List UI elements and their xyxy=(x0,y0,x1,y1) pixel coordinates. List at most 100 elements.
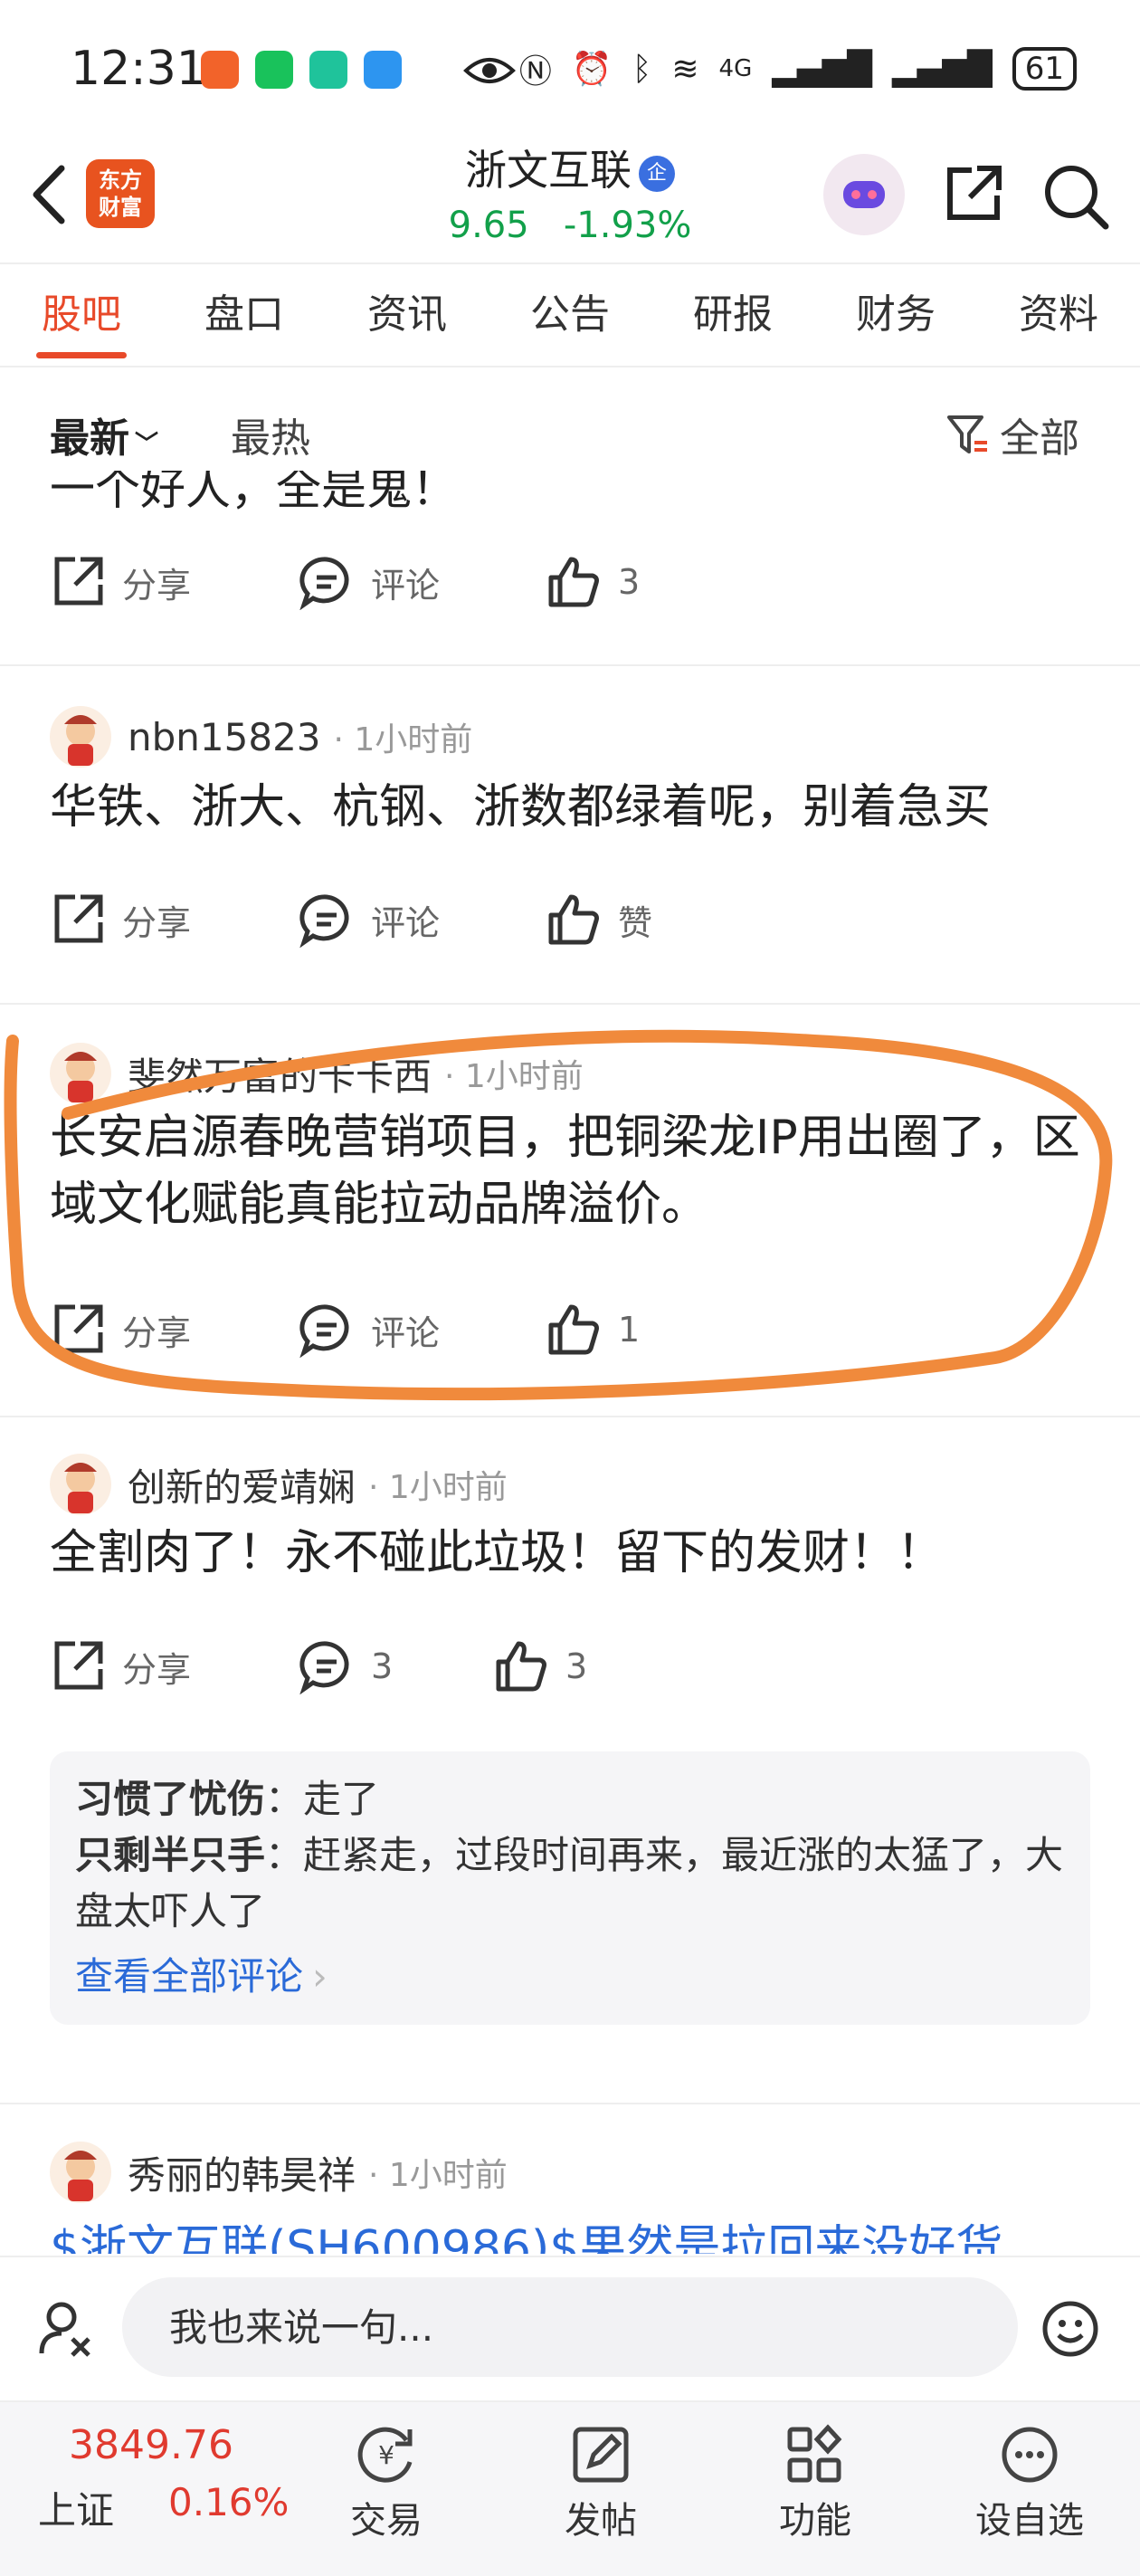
status-time: 12:31 xyxy=(71,42,206,96)
signal-icon: ▂▄▆█ xyxy=(891,50,993,88)
thumbs-up-icon xyxy=(548,557,599,607)
nav-watchlist-label: 设自选 xyxy=(975,2500,1084,2542)
anonymous-user-icon[interactable] xyxy=(36,2297,100,2361)
trade-icon: ¥ xyxy=(357,2427,413,2483)
nav-watchlist[interactable]: 设自选 xyxy=(962,2419,1097,2543)
share-icon xyxy=(54,894,103,943)
wifi-icon: ≋ xyxy=(671,50,699,88)
status-indicators: Ⓝ ⏰ ᛒ ≋ 4G ▂▄▆█ ▂▄▆█ 61 xyxy=(519,45,1077,92)
sort-hottest[interactable]: 最热 xyxy=(231,405,310,463)
comment-button[interactable]: 评论 xyxy=(299,554,440,610)
bluetooth-icon: ᛒ xyxy=(632,50,652,88)
comment-button[interactable]: 评论 xyxy=(299,892,440,948)
app-notification-icon xyxy=(309,51,347,89)
eye-icon xyxy=(463,58,516,83)
share-button[interactable]: 分享 xyxy=(50,892,191,948)
index-change: 0.16% xyxy=(168,2480,290,2524)
username[interactable]: 秀丽的韩昊祥 xyxy=(128,2145,356,2200)
tab-profile[interactable]: 资料 xyxy=(977,264,1140,366)
comment-preview-box[interactable]: 习惯了忧伤：走了 只剩半只手：赶紧走，过段时间再来，最近涨的太猛了，大盘太吓人了… xyxy=(50,1751,1090,2025)
index-name: 上证 xyxy=(38,2488,115,2533)
comment-icon xyxy=(299,894,349,948)
nav-trade[interactable]: ¥ 交易 xyxy=(318,2419,454,2543)
tab-bar: 股吧 盘口 资讯 公告 研报 财务 资料 xyxy=(0,264,1140,366)
avatar[interactable] xyxy=(50,2142,111,2203)
share-icon xyxy=(54,1641,103,1690)
nav-functions-label: 功能 xyxy=(779,2500,851,2542)
thumbs-up-icon xyxy=(548,894,599,945)
like-button[interactable]: 赞 xyxy=(546,892,652,948)
ai-assistant-icon[interactable] xyxy=(823,154,905,235)
post-content[interactable]: 一个好人，全是鬼！ xyxy=(50,471,457,518)
divider xyxy=(0,1416,1140,1417)
divider xyxy=(0,2103,1140,2104)
nav-post[interactable]: 发帖 xyxy=(533,2419,669,2543)
edit-icon xyxy=(573,2427,629,2483)
post-author[interactable]: 创新的爱靖娴 · 1小时前 xyxy=(50,1454,508,1515)
app-notification-icon xyxy=(201,51,239,89)
status-bar: 12:31 Ⓝ ⏰ ᛒ ≋ 4G ▂▄▆█ ▂▄▆█ 61 xyxy=(0,0,1140,136)
wechat-icon xyxy=(255,51,293,89)
reply-text: ：走了 xyxy=(265,1777,380,1821)
post-content[interactable]: 全割肉了！永不碰此垃圾！留下的发财！！ xyxy=(50,1522,1099,1584)
tab-research[interactable]: 研报 xyxy=(651,264,814,366)
share-button[interactable]: 分享 xyxy=(50,1638,191,1694)
divider xyxy=(0,664,1140,666)
highlight-circle-annotation xyxy=(4,1029,1113,1401)
share-icon xyxy=(54,557,103,606)
enterprise-badge-icon: 企 xyxy=(639,155,675,192)
chevron-down-icon: ﹀ xyxy=(135,431,159,458)
search-icon[interactable] xyxy=(1040,161,1113,234)
comment-reply[interactable]: 习惯了忧伤：走了 xyxy=(75,1771,1065,1827)
post-content[interactable]: 华铁、浙大、杭钢、浙数都绿着呢，别着急买 xyxy=(50,777,1099,838)
see-all-comments-link[interactable]: 查看全部评论 › xyxy=(75,1949,1065,2005)
reply-user: 只剩半只手 xyxy=(75,1833,266,1877)
post-author[interactable]: nbn15823 · 1小时前 xyxy=(50,706,472,768)
nav-trade-label: 交易 xyxy=(350,2500,423,2542)
tab-guba[interactable]: 股吧 xyxy=(0,264,163,366)
post-author[interactable]: 秀丽的韩昊祥 · 1小时前 xyxy=(50,2142,508,2203)
post-time: · 1小时前 xyxy=(368,2157,508,2194)
comment-icon xyxy=(299,1641,349,1694)
comment-bar xyxy=(0,2256,1140,2402)
svg-text:¥: ¥ xyxy=(378,2440,394,2470)
nav-functions[interactable]: 功能 xyxy=(747,2419,883,2543)
index-value: 3849.76 xyxy=(69,2422,233,2468)
stock-price: 9.65 xyxy=(448,205,529,246)
stock-change: -1.93% xyxy=(563,205,692,246)
chevron-right-icon: › xyxy=(312,1954,328,1999)
tab-announcements[interactable]: 公告 xyxy=(489,264,651,366)
bottom-nav: 3849.76 上证 0.16% ¥ 交易 发帖 功能 设自选 xyxy=(0,2400,1140,2576)
username[interactable]: 创新的爱靖娴 xyxy=(128,1457,356,1512)
post-time: · 1小时前 xyxy=(368,1469,508,1506)
network-label: 4G xyxy=(718,55,753,82)
comment-reply[interactable]: 只剩半只手：赶紧走，过段时间再来，最近涨的太猛了，大盘太吓人了 xyxy=(75,1827,1065,1940)
share-button[interactable]: 分享 xyxy=(50,554,191,610)
comment-button[interactable]: 3 xyxy=(299,1638,393,1694)
grid-icon xyxy=(787,2424,842,2483)
avatar[interactable] xyxy=(50,1454,111,1515)
post-feed[interactable]: 一个好人，全是鬼！ 分享 评论 3 nbn15823 · 1小时前 华铁、浙大、… xyxy=(0,471,1140,2254)
thumbs-up-icon xyxy=(496,1641,546,1692)
filter-icon xyxy=(947,415,987,453)
username[interactable]: nbn15823 xyxy=(128,715,321,759)
share-icon[interactable] xyxy=(941,161,1006,226)
more-icon xyxy=(1002,2427,1058,2483)
tab-pankou[interactable]: 盘口 xyxy=(163,264,326,366)
like-button[interactable]: 3 xyxy=(546,554,640,610)
like-button[interactable]: 3 xyxy=(493,1638,587,1694)
divider xyxy=(0,366,1140,367)
tab-finance[interactable]: 财务 xyxy=(814,264,977,366)
tab-news[interactable]: 资讯 xyxy=(326,264,489,366)
filter-all[interactable]: 全部 xyxy=(945,405,1079,463)
stock-name: 浙文互联 xyxy=(465,146,632,195)
post-time: · 1小时前 xyxy=(333,721,473,758)
avatar[interactable] xyxy=(50,706,111,768)
sort-latest[interactable]: 最新 ﹀ xyxy=(50,405,158,463)
post-content[interactable]: $浙文互联(SH600986)$果然是拉回来没好货 xyxy=(50,2218,1099,2254)
emoji-icon[interactable] xyxy=(1040,2299,1100,2359)
reply-user: 习惯了忧伤 xyxy=(75,1777,266,1821)
filter-all-label: 全部 xyxy=(1000,415,1079,462)
message-icon xyxy=(364,51,402,89)
comment-input[interactable] xyxy=(122,2277,1018,2377)
